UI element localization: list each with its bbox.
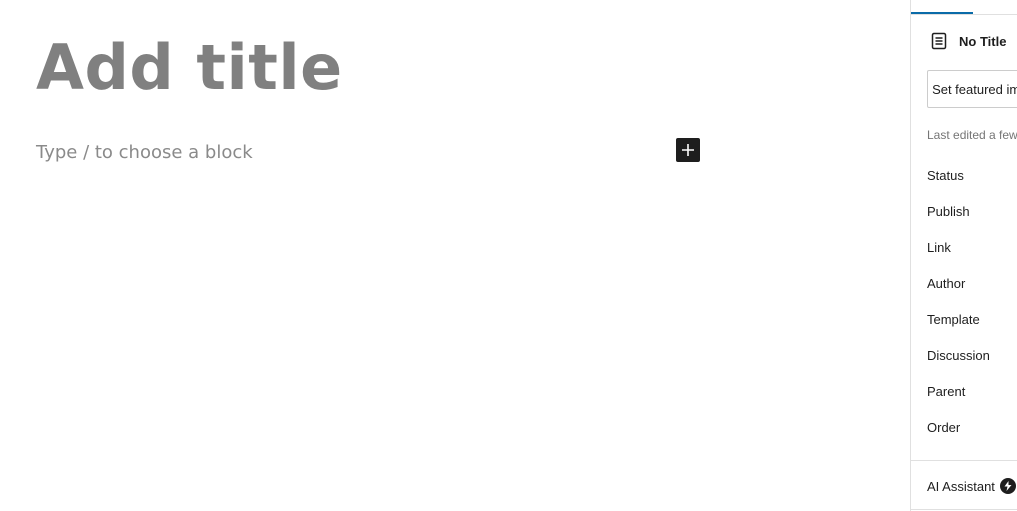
block-inserter-button[interactable] (676, 138, 700, 162)
meta-link: Link (927, 240, 951, 255)
meta-publish: Publish (927, 204, 970, 219)
block-placeholder[interactable]: Type / to choose a block (36, 142, 253, 163)
document-summary: No Title (931, 32, 1006, 50)
plus-icon (682, 144, 694, 156)
ai-assistant-panel-toggle[interactable]: AI Assistant (927, 478, 1016, 494)
settings-sidebar: No Title Set featured image Last edited … (910, 0, 1017, 511)
sidebar-bottom-border (911, 509, 1017, 510)
meta-discussion: Discussion (927, 348, 990, 363)
meta-template: Template (927, 312, 980, 327)
meta-status: Status (927, 168, 964, 183)
post-title-input[interactable]: Add title (36, 30, 343, 106)
last-edited-text: Last edited a few seconds ago (927, 128, 1017, 142)
meta-author: Author (927, 276, 966, 291)
meta-parent: Parent (927, 384, 966, 399)
meta-order: Order (927, 420, 961, 435)
page-icon (931, 32, 947, 50)
set-featured-image-button[interactable]: Set featured image (927, 70, 1017, 108)
sidebar-divider (911, 460, 1017, 461)
ai-assistant-label: AI Assistant (927, 478, 995, 494)
editor-canvas: Add title Type / to choose a block (0, 0, 910, 511)
bolt-icon (999, 478, 1016, 494)
document-title: No Title (959, 33, 1007, 49)
tab-divider (911, 14, 1017, 15)
